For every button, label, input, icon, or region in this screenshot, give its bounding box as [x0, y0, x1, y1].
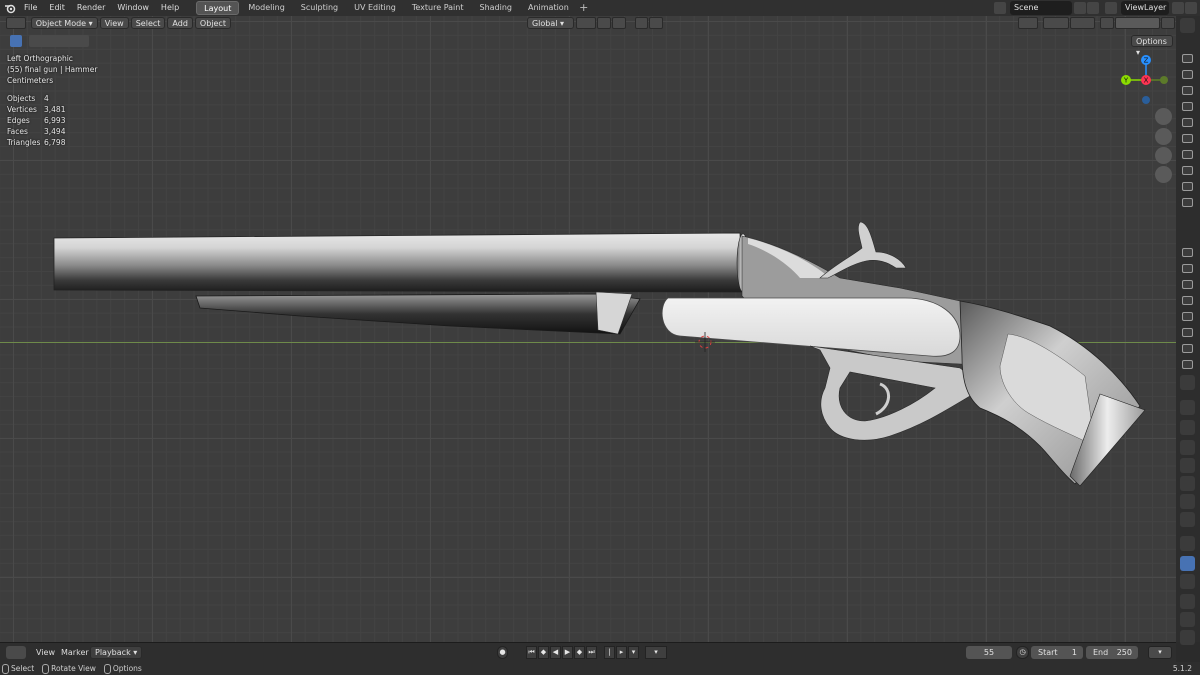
current-frame-field[interactable]: 55 — [966, 646, 1012, 659]
gun-model[interactable] — [0, 16, 1176, 642]
start-frame-field[interactable]: Start 1 — [1031, 646, 1083, 659]
scene-selector[interactable]: Scene — [1010, 1, 1072, 15]
outliner-editor-icon[interactable] — [1180, 18, 1195, 33]
keying-icon[interactable]: ▸ — [616, 646, 627, 659]
menu-window[interactable]: Window — [111, 0, 155, 16]
end-value: 250 — [1116, 648, 1132, 657]
delete-scene-icon[interactable] — [1087, 2, 1099, 14]
properties-tab-icon[interactable] — [1180, 375, 1195, 390]
playback-dropdown[interactable]: Playback ▾ — [90, 646, 143, 659]
delete-view-layer-icon[interactable] — [1185, 2, 1197, 14]
camera-visibility-icon[interactable] — [1182, 150, 1193, 159]
camera-visibility-icon[interactable] — [1182, 134, 1193, 143]
status-select-label: Select — [11, 664, 35, 673]
camera-visibility-icon[interactable] — [1182, 102, 1193, 111]
timeline-menu-marker[interactable]: Marker — [55, 645, 95, 661]
camera-visibility-icon[interactable] — [1182, 198, 1193, 207]
end-frame-field[interactable]: End 250 — [1086, 646, 1138, 659]
3d-viewport[interactable]: Object Mode ▾ View Select Add Object Glo… — [0, 16, 1176, 642]
scene-icon[interactable] — [994, 2, 1006, 14]
properties-tab-icon[interactable] — [1180, 512, 1195, 527]
properties-tab-icon[interactable] — [1180, 556, 1195, 571]
properties-tab-icon[interactable] — [1180, 612, 1195, 627]
mouse-left-icon — [2, 663, 9, 674]
tab-shading[interactable]: Shading — [472, 1, 519, 15]
camera-visibility-icon[interactable] — [1182, 344, 1193, 353]
menu-help[interactable]: Help — [155, 0, 185, 16]
properties-tab-icon[interactable] — [1180, 400, 1195, 415]
camera-visibility-icon[interactable] — [1182, 360, 1193, 369]
menu-edit[interactable]: Edit — [43, 0, 71, 16]
timeline-options-icon[interactable]: ▾ — [1148, 646, 1172, 659]
start-label: Start — [1038, 648, 1058, 657]
tab-layout[interactable]: Layout — [196, 1, 240, 15]
status-options: Options — [102, 663, 142, 674]
properties-tab-icon[interactable] — [1180, 494, 1195, 509]
view-layer-icon[interactable] — [1105, 2, 1117, 14]
blender-logo-icon[interactable] — [2, 0, 18, 16]
end-label: End — [1093, 648, 1109, 657]
status-bar: Select Rotate View Options 5.1.2 — [0, 662, 1200, 675]
properties-tab-icon[interactable] — [1180, 440, 1195, 455]
camera-visibility-icon[interactable] — [1182, 328, 1193, 337]
version-label: 5.1.2 — [1172, 664, 1192, 673]
tab-sculpting[interactable]: Sculpting — [294, 1, 345, 15]
record-icon[interactable]: ● — [497, 646, 508, 659]
barrel — [53, 232, 743, 293]
camera-visibility-icon[interactable] — [1182, 182, 1193, 191]
properties-tab-icon[interactable] — [1180, 574, 1195, 589]
add-workspace-icon[interactable]: + — [577, 1, 591, 15]
jump-start-icon[interactable]: ⏮ — [526, 646, 537, 659]
camera-visibility-icon[interactable] — [1182, 280, 1193, 289]
trigger — [875, 382, 890, 416]
camera-visibility-icon[interactable] — [1182, 264, 1193, 273]
camera-visibility-icon[interactable] — [1182, 248, 1193, 257]
tab-uv-editing[interactable]: UV Editing — [347, 1, 403, 15]
view-layer-selector[interactable]: ViewLayer — [1121, 1, 1169, 15]
next-keyframe-icon[interactable]: ◆ — [574, 646, 585, 659]
keying-prev-icon[interactable]: | — [604, 646, 615, 659]
new-scene-icon[interactable] — [1074, 2, 1086, 14]
status-rotate-label: Rotate View — [51, 664, 96, 673]
play-reverse-icon[interactable]: ◀ — [550, 646, 561, 659]
timeline-header: View Marker Playback ▾ ● ⏮ ◆ ◀ ▶ ◆ ⏭ | ▸… — [0, 642, 1176, 662]
menu-render[interactable]: Render — [71, 0, 111, 16]
prev-keyframe-icon[interactable]: ◆ — [538, 646, 549, 659]
sync-mode-icon[interactable]: ▾ — [645, 646, 667, 659]
top-menu-bar: File Edit Render Window Help Layout Mode… — [0, 0, 1200, 16]
forend — [195, 293, 641, 335]
properties-tab-icon[interactable] — [1180, 476, 1195, 491]
jump-end-icon[interactable]: ⏭ — [586, 646, 597, 659]
tab-modeling[interactable]: Modeling — [241, 1, 291, 15]
menu-file[interactable]: File — [18, 0, 43, 16]
keying-options-icon[interactable]: ▾ — [628, 646, 639, 659]
start-value: 1 — [1071, 648, 1077, 657]
camera-visibility-icon[interactable] — [1182, 118, 1193, 127]
status-rotate: Rotate View — [40, 663, 96, 674]
camera-visibility-icon[interactable] — [1182, 54, 1193, 63]
properties-tab-icon[interactable] — [1180, 630, 1195, 645]
camera-visibility-icon[interactable] — [1182, 312, 1193, 321]
preview-range-icon[interactable]: ◷ — [1016, 646, 1029, 659]
camera-visibility-icon[interactable] — [1182, 296, 1193, 305]
play-icon[interactable]: ▶ — [562, 646, 573, 659]
camera-visibility-icon[interactable] — [1182, 166, 1193, 175]
tab-texture-paint[interactable]: Texture Paint — [405, 1, 471, 15]
status-options-label: Options — [112, 664, 142, 673]
hammer — [819, 221, 907, 279]
outliner-strip — [1176, 16, 1200, 645]
playback-label: Playback — [95, 648, 131, 657]
tab-animation[interactable]: Animation — [521, 1, 576, 15]
properties-tab-icon[interactable] — [1180, 458, 1195, 473]
new-view-layer-icon[interactable] — [1172, 2, 1184, 14]
properties-tab-icon[interactable] — [1180, 536, 1195, 551]
camera-visibility-icon[interactable] — [1182, 70, 1193, 79]
camera-visibility-icon[interactable] — [1182, 86, 1193, 95]
properties-tab-icon[interactable] — [1180, 594, 1195, 609]
mouse-right-icon — [103, 663, 111, 674]
properties-tab-icon[interactable] — [1180, 420, 1195, 435]
mouse-middle-icon — [42, 663, 50, 674]
status-select: Select — [0, 663, 35, 674]
timeline-editor-icon[interactable] — [6, 646, 26, 659]
